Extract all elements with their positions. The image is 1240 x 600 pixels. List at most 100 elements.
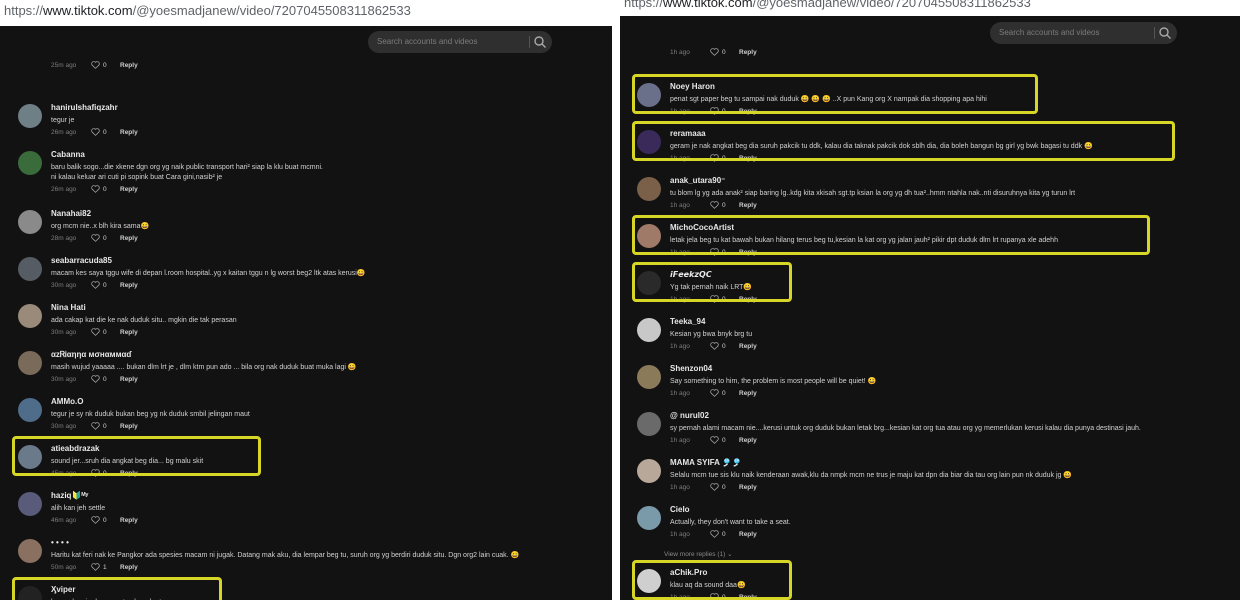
avatar[interactable] (637, 365, 661, 389)
comment-author[interactable]: Cielo (670, 505, 690, 514)
comment-author[interactable]: MAMA SYIFA 🎐🎐 (670, 458, 742, 467)
highlight-box (632, 215, 1150, 255)
heart-icon[interactable] (91, 563, 100, 571)
avatar[interactable] (18, 210, 42, 234)
comment-author[interactable]: Teeka_94 (670, 317, 705, 326)
avatar[interactable] (18, 539, 42, 563)
comment-author[interactable]: AMMo.O (51, 397, 83, 406)
avatar[interactable] (18, 398, 42, 422)
avatar[interactable] (637, 412, 661, 436)
comment-time: 30m ago (51, 282, 77, 289)
heart-icon[interactable] (710, 436, 719, 444)
heart-icon[interactable] (710, 483, 719, 491)
comment-author[interactable]: haziq🔰ᴹʸ (51, 491, 88, 500)
comment-text-line: baru balik sogo...die xkene dgn org yg n… (51, 164, 323, 171)
comment-text-line: ada cakap kat die ke nak duduk situ.. mg… (51, 317, 237, 324)
like-count: 0 (722, 484, 726, 491)
reply-button[interactable]: Reply (739, 531, 757, 538)
heart-icon[interactable] (91, 375, 100, 383)
comment-author[interactable]: Nanahai82 (51, 209, 91, 218)
comment-author[interactable]: • • • • (51, 538, 69, 547)
avatar[interactable] (637, 177, 661, 201)
comment-meta: 30m ago 0 Reply (51, 328, 138, 336)
search-input[interactable]: Search accounts and videos (990, 22, 1177, 44)
comment-author[interactable]: hanirulshafiqzahr (51, 103, 118, 112)
comment-author[interactable]: Cabanna (51, 150, 85, 159)
reply-button[interactable]: Reply (739, 437, 757, 444)
highlight-box (12, 436, 261, 476)
comment-time: 26m ago (51, 186, 77, 193)
heart-icon[interactable] (91, 128, 100, 136)
like-count: 0 (722, 437, 726, 444)
comment-item: Nanahai82 org mcm nie..x blh kira sama😀 28… (0, 209, 612, 253)
comment-text-line: Haritu kat feri nak ke Pangkor ada spesi… (51, 552, 520, 559)
reply-button[interactable]: Reply (120, 129, 138, 136)
avatar[interactable] (637, 506, 661, 530)
heart-icon[interactable] (91, 328, 100, 336)
search-icon[interactable] (1158, 26, 1172, 40)
reply-button[interactable]: Reply (120, 62, 138, 69)
comment-author[interactable]: Shenzon04 (670, 364, 712, 373)
heart-icon[interactable] (91, 234, 100, 242)
heart-icon[interactable] (91, 422, 100, 430)
reply-button[interactable]: Reply (120, 517, 138, 524)
address-bar[interactable]: https://www.tiktok.com/@yoesmadjanew/vid… (620, 0, 1240, 16)
avatar[interactable] (18, 304, 42, 328)
reply-button[interactable]: Reply (739, 484, 757, 491)
heart-icon[interactable] (710, 342, 719, 350)
reply-button[interactable]: Reply (120, 235, 138, 242)
avatar[interactable] (18, 257, 42, 281)
reply-button[interactable]: Reply (739, 49, 757, 56)
reply-button[interactable]: Reply (739, 202, 757, 209)
heart-icon[interactable] (710, 389, 719, 397)
heart-icon[interactable] (91, 516, 100, 524)
view-more-replies-link[interactable]: View more replies (1) ⌄ (664, 550, 733, 558)
reply-button[interactable]: Reply (120, 423, 138, 430)
heart-icon[interactable] (710, 201, 719, 209)
reply-button[interactable]: Reply (739, 343, 757, 350)
address-bar[interactable]: https://www.tiktok.com/@yoesmadjanew/vid… (0, 0, 612, 24)
comment-author[interactable]: Nina Hati (51, 303, 86, 312)
comment-text: masih wujud yaaaaa .... bukan dlm lrt je… (51, 363, 357, 373)
comment-author[interactable]: αzᏒᎥαηηα мσнαммαɗ (51, 350, 131, 360)
like-count: 0 (103, 329, 107, 336)
avatar[interactable] (18, 151, 42, 175)
comment-text-line: tu blom lg yg ada anak² siap baring lg..… (670, 190, 1076, 197)
comments-page: Search accounts and videos 1h ago 0 Reply … (620, 16, 1240, 600)
avatar[interactable] (637, 318, 661, 342)
comment-meta: 1h ago 0 Reply (670, 389, 757, 397)
url-host: www.tiktok.com (663, 0, 753, 10)
comment-meta: 46m ago 0 Reply (51, 516, 138, 524)
heart-icon[interactable] (710, 530, 719, 538)
comment-text-line: org mcm nie..x blh kira sama😀 (51, 223, 150, 230)
search-input[interactable]: Search accounts and videos (368, 31, 552, 53)
comment-author[interactable]: @ nurul02 (670, 411, 709, 420)
avatar[interactable] (637, 459, 661, 483)
avatar[interactable] (18, 351, 42, 375)
reply-button[interactable]: Reply (120, 376, 138, 383)
comment-text: tu blom lg yg ada anak² siap baring lg..… (670, 189, 1075, 199)
reply-button[interactable]: Reply (739, 390, 757, 397)
reply-button[interactable]: Reply (120, 186, 138, 193)
comment-list: 1h ago 0 Reply View more replies (1) ⌄ Noe… (620, 48, 1240, 600)
avatar[interactable] (18, 492, 42, 516)
comment-item: anak_utara90⁻tu blom lg yg ada anak² sia… (620, 176, 1240, 220)
url-scheme: https:// (624, 0, 664, 10)
comment-meta: 30m ago 0 Reply (51, 281, 138, 289)
reply-button[interactable]: Reply (120, 564, 138, 571)
comment-author[interactable]: anak_utara90⁻ (670, 176, 725, 185)
heart-icon[interactable] (91, 61, 100, 69)
comment-time: 1h ago (670, 484, 690, 491)
url-host: www.tiktok.com (43, 3, 133, 18)
heart-icon[interactable] (91, 185, 100, 193)
heart-icon[interactable] (710, 48, 719, 56)
comment-item: • • • • Haritu kat feri nak ke Pangkor ad… (0, 538, 612, 582)
comment-text: sy pernah alami macam nie....kerusi untu… (670, 424, 1141, 434)
avatar[interactable] (18, 104, 42, 128)
reply-button[interactable]: Reply (120, 282, 138, 289)
comment-author[interactable]: seabarracuda85 (51, 256, 112, 265)
comment-text-line: tegur je sy nk duduk bukan beg yg nk dud… (51, 411, 250, 418)
reply-button[interactable]: Reply (120, 329, 138, 336)
heart-icon[interactable] (91, 281, 100, 289)
search-icon[interactable] (533, 35, 547, 49)
